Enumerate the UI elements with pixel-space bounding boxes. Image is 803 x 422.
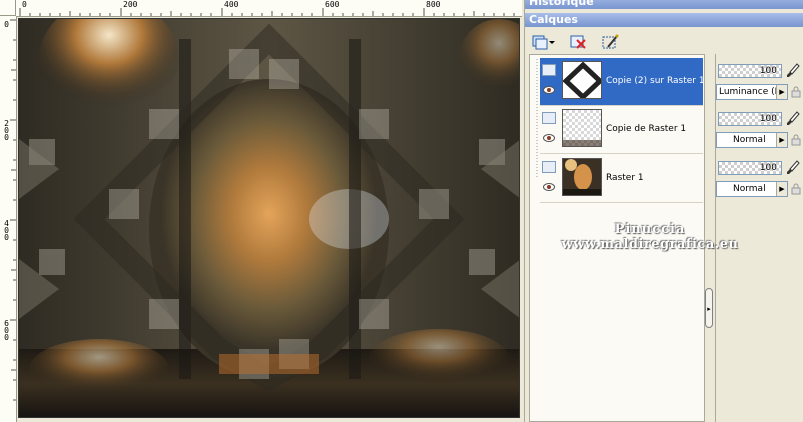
dropdown-arrow-icon: ▶ — [776, 133, 787, 147]
opacity-slider[interactable]: 100 — [718, 112, 782, 126]
panel-collapse-handle[interactable]: ▸ — [705, 288, 713, 328]
history-panel-title[interactable]: Historique — [525, 0, 803, 9]
blend-mode-value: Normal — [733, 184, 766, 194]
layer-thumbnail — [562, 109, 602, 147]
opacity-value: 100 — [759, 66, 777, 76]
blend-mode-value: Luminance (H) — [719, 87, 785, 97]
delete-layer-icon — [570, 35, 586, 49]
brush-icon[interactable] — [786, 160, 800, 176]
opacity-value: 100 — [759, 163, 777, 173]
mask-icon — [602, 34, 619, 49]
new-layer-dropdown[interactable] — [547, 33, 557, 51]
ruler-top-label: 800 — [426, 0, 441, 9]
ruler-left-label: 2 0 0 — [4, 119, 9, 142]
layer-row[interactable]: Copie (2) sur Raster 1 — [540, 58, 705, 106]
eye-icon[interactable] — [543, 183, 555, 191]
layer-thumbnail — [562, 61, 602, 99]
watermark-name: Pinuccia — [614, 222, 686, 237]
watermark-url: www.maldiregrafica.eu — [561, 237, 739, 252]
blend-mode-value: Normal — [733, 135, 766, 145]
dropdown-arrow-icon: ▶ — [776, 182, 787, 196]
layer-type-icon — [542, 112, 556, 124]
layer-name: Copie de Raster 1 — [606, 124, 687, 134]
raster-thumbnail — [563, 159, 601, 195]
ruler-left-label: 4 0 0 — [4, 219, 9, 242]
ruler-top-label: 600 — [325, 0, 340, 9]
ruler-left-label: 6 0 0 — [4, 319, 9, 342]
lock-icon[interactable] — [790, 134, 802, 146]
layer-properties-row: 100 Normal ▶ — [714, 155, 803, 203]
ruler-left[interactable]: 0 2 0 0 4 0 0 6 0 0 — [0, 16, 17, 422]
blend-mode-select[interactable]: Normal ▶ — [716, 181, 788, 197]
eye-icon[interactable] — [543, 134, 555, 142]
brush-icon[interactable] — [786, 63, 800, 79]
layer-properties-row: 100 Luminance (H) ▶ — [714, 58, 803, 106]
diamond-thumbnail — [563, 62, 601, 98]
lock-icon[interactable] — [790, 86, 802, 98]
blend-mode-select[interactable]: Luminance (H) ▶ — [716, 84, 788, 100]
ruler-top[interactable]: 0 200 400 600 800 — [16, 0, 522, 17]
layer-row[interactable]: Raster 1 — [540, 155, 703, 203]
ruler-corner — [0, 0, 16, 16]
layers-toolbar — [525, 31, 803, 53]
delete-layer-button[interactable] — [569, 33, 589, 51]
canvas-image[interactable] — [18, 18, 520, 418]
opacity-value: 100 — [759, 114, 777, 124]
artwork — [19, 19, 519, 417]
layers-panel-title[interactable]: Calques — [525, 13, 803, 27]
dropdown-arrow-icon — [549, 41, 555, 44]
watermark: Pinuccia www.maldiregrafica.eu — [540, 222, 760, 252]
layer-name: Copie (2) sur Raster 1 — [606, 76, 705, 86]
layer-name: Raster 1 — [606, 173, 644, 183]
lock-icon[interactable] — [790, 183, 802, 195]
new-mask-button[interactable] — [601, 33, 621, 51]
ruler-left-label: 0 — [4, 20, 9, 29]
blend-mode-select[interactable]: Normal ▶ — [716, 132, 788, 148]
opacity-slider[interactable]: 100 — [718, 161, 782, 175]
dropdown-arrow-icon: ▶ — [776, 85, 787, 99]
layer-type-icon — [542, 161, 556, 173]
layer-row[interactable]: Copie de Raster 1 — [540, 106, 703, 154]
brush-icon[interactable] — [786, 111, 800, 127]
ruler-top-label: 0 — [22, 0, 27, 9]
ruler-top-label: 400 — [224, 0, 239, 9]
ruler-top-ticks — [19, 8, 515, 16]
layer-properties-row: 100 Normal ▶ — [714, 106, 803, 154]
layer-thumbnail — [562, 158, 602, 196]
opacity-slider[interactable]: 100 — [718, 64, 782, 78]
layer-type-icon — [542, 64, 556, 76]
ruler-top-label: 200 — [123, 0, 138, 9]
eye-icon[interactable] — [543, 86, 555, 94]
